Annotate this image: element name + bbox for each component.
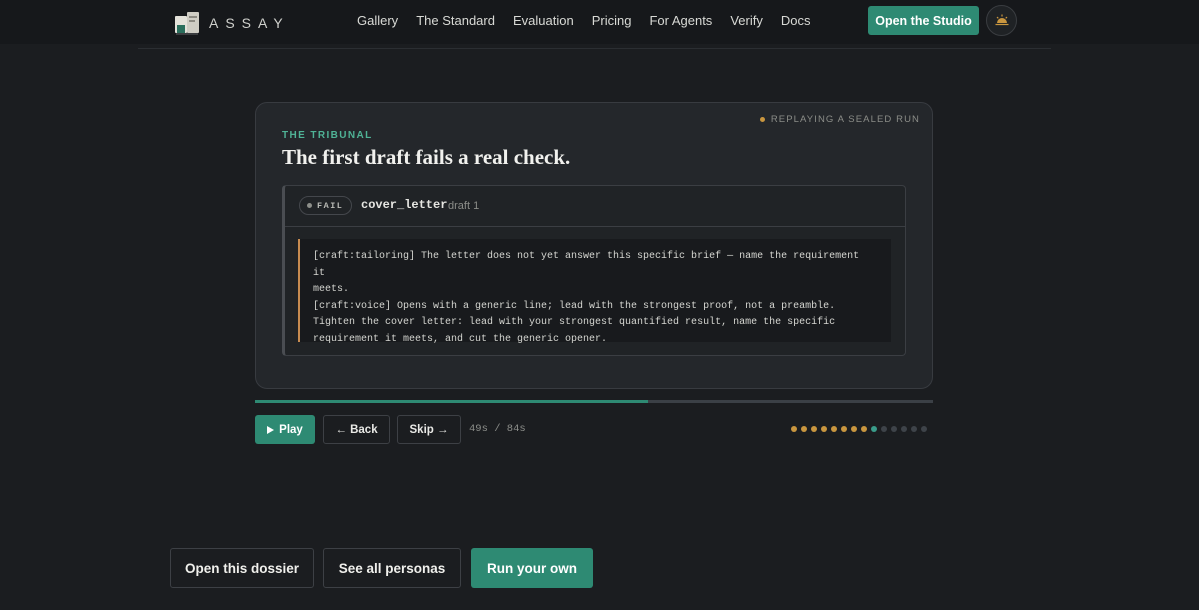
step-indicator <box>791 426 927 432</box>
nav-links: Gallery The Standard Evaluation Pricing … <box>357 13 810 28</box>
play-icon <box>267 425 275 434</box>
step-dot[interactable] <box>871 426 877 432</box>
step-dot[interactable] <box>841 426 847 432</box>
play-label: Play <box>279 423 303 436</box>
theme-toggle-button[interactable] <box>986 5 1017 36</box>
open-studio-button[interactable]: Open the Studio <box>868 6 979 35</box>
critique-line: [craft:tailoring] The letter does not ye… <box>313 251 866 279</box>
step-dot[interactable] <box>911 426 917 432</box>
brand-logo-link[interactable]: ASSAY <box>174 10 290 36</box>
open-dossier-button[interactable]: Open this dossier <box>170 548 314 588</box>
critique-block: [craft:tailoring] The letter does not ye… <box>298 239 891 345</box>
top-nav: ASSAY Gallery The Standard Evaluation Pr… <box>0 0 1199 44</box>
step-dot[interactable] <box>921 426 927 432</box>
play-button[interactable]: Play <box>255 415 315 444</box>
critique-line: meets. <box>313 284 350 295</box>
see-personas-button[interactable]: See all personas <box>323 548 461 588</box>
nav-link-gallery[interactable]: Gallery <box>357 13 398 28</box>
step-dot[interactable] <box>851 426 857 432</box>
artifact-name: cover_letter <box>361 198 448 212</box>
section-eyebrow: THE TRIBUNAL <box>282 130 373 141</box>
draft-label: draft 1 <box>448 200 480 212</box>
assay-logo-icon <box>174 10 200 36</box>
verdict-header: FAIL cover_letter draft 1 <box>285 186 905 227</box>
critique-line: requirement it meets, and cut the generi… <box>313 333 608 345</box>
step-dot[interactable] <box>901 426 907 432</box>
replay-status: REPLAYING A SEALED RUN <box>759 114 920 125</box>
replay-dot-icon <box>759 117 765 122</box>
nav-link-verify[interactable]: Verify <box>730 13 763 28</box>
step-dot[interactable] <box>891 426 897 432</box>
step-dot[interactable] <box>861 426 867 432</box>
nav-link-pricing[interactable]: Pricing <box>592 13 632 28</box>
step-dot[interactable] <box>801 426 807 432</box>
step-dot[interactable] <box>831 426 837 432</box>
skip-button[interactable]: Skip → <box>397 415 461 444</box>
nav-link-docs[interactable]: Docs <box>781 13 811 28</box>
nav-link-for-agents[interactable]: For Agents <box>649 13 712 28</box>
run-your-own-button[interactable]: Run your own <box>471 548 593 588</box>
status-dot-icon <box>307 203 312 208</box>
brand-name: ASSAY <box>209 15 290 31</box>
step-dot[interactable] <box>821 426 827 432</box>
critique-line: [craft:voice] Opens with a generic line;… <box>313 300 836 312</box>
step-dot[interactable] <box>791 426 797 432</box>
step-dot[interactable] <box>811 426 817 432</box>
tribunal-card: REPLAYING A SEALED RUN THE TRIBUNAL The … <box>255 102 933 389</box>
critique-line: Tighten the cover letter: lead with your… <box>313 317 836 328</box>
step-dot[interactable] <box>881 426 887 432</box>
back-button[interactable]: ← Back <box>323 415 390 444</box>
replay-label: REPLAYING A SEALED RUN <box>770 114 920 125</box>
replay-timer: 49s / 84s <box>469 423 526 435</box>
nav-link-evaluation[interactable]: Evaluation <box>513 13 574 28</box>
nav-link-the-standard[interactable]: The Standard <box>416 13 495 28</box>
sun-icon <box>995 14 1008 25</box>
section-headline: The first draft fails a real check. <box>282 145 571 169</box>
verdict-panel: FAIL cover_letter draft 1 [craft:tailori… <box>282 185 906 356</box>
replay-progress-bar[interactable] <box>255 400 933 403</box>
nav-divider <box>138 48 1051 49</box>
replay-progress-fill <box>255 400 649 403</box>
status-label: FAIL <box>317 200 344 211</box>
status-badge: FAIL <box>299 196 353 215</box>
